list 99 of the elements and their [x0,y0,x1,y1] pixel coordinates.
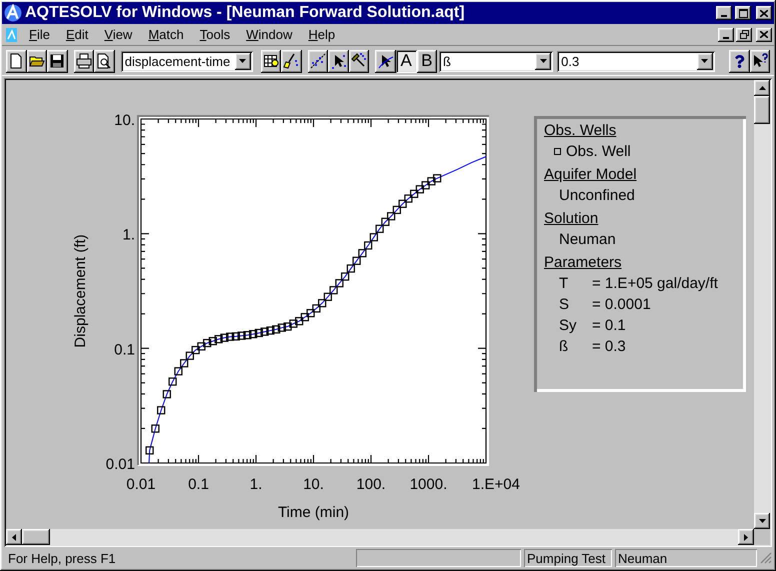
close-icon [760,31,768,38]
document-icon [4,26,20,42]
dropdown-arrow-icon [701,59,708,63]
legend-heading: Solution [544,210,600,227]
new-file-button[interactable] [6,50,27,72]
scroll-down-button[interactable] [754,513,770,529]
menu-item[interactable]: File [22,27,57,42]
menu-item[interactable]: Tools [192,27,238,42]
x-tick-label: 1.E+04 [472,476,520,493]
blank-page-icon [8,53,24,69]
legend-heading: Aquifer Model [544,166,638,183]
status-pane: Pumping Test [524,549,612,567]
parameter-value-select[interactable]: 0.3 [557,50,715,72]
document-restore-button[interactable] [736,28,752,42]
parameter-name: ß [559,338,570,355]
scroll-left-button[interactable] [6,529,22,545]
square-marker-icon [554,148,561,155]
legend-heading: Obs. Wells [544,122,618,139]
open-file-button[interactable] [26,50,48,72]
x-tick-label: 1000. [410,476,448,493]
close-button[interactable] [756,6,772,20]
close-icon [760,10,768,16]
y-tick-label: 1. [122,226,135,244]
print-preview-button[interactable] [94,50,115,72]
restore-icon [740,30,748,39]
scroll-up-button[interactable] [754,80,770,96]
view-select[interactable]: displacement-time [120,50,253,72]
vertical-scrollbar[interactable] [754,80,770,529]
maximize-icon [738,8,748,18]
x-axis-title: Time (min) [278,504,350,521]
legend-value: Unconfined [559,187,635,204]
y-tick-label: 0.1 [114,341,135,358]
print-button[interactable] [74,50,94,72]
table-icon [262,53,279,69]
right-arrow-icon [744,534,748,540]
minimize-icon [721,15,727,17]
save-button[interactable] [47,50,68,72]
dropdown-arrow-icon [239,59,246,63]
scroll-thumb[interactable] [754,96,770,124]
parameter-select[interactable]: ß [439,50,554,72]
y-tick-label: 10. [114,112,135,129]
x-tick-label: 1. [250,476,262,493]
horizontal-scrollbar[interactable] [6,529,754,545]
parameter-value: = 0.0001 [592,296,651,313]
up-arrow-icon [758,86,766,90]
parameter-name: Sy [559,317,578,334]
printer-icon [76,53,92,69]
window-title: AQTESOLV for Windows - [Neuman Forward Solution.aqt] [25,4,466,22]
parameter-name: S [559,296,570,313]
menu-item[interactable]: Match [141,27,191,42]
menu-item[interactable]: View [97,27,140,42]
curve-toggle[interactable]: A [396,50,416,72]
left-arrow-icon [12,534,16,540]
brush-icon [283,53,300,69]
print-preview-icon [96,53,112,69]
status-message: For Help, press F1 [7,550,117,566]
cursor-curve-icon [378,53,394,69]
parameter-value: = 0.3 [592,338,626,355]
dropdown-arrow-icon [540,59,547,63]
curve-cursor-button[interactable] [375,50,396,72]
parameter-name: T [559,275,570,292]
help-button[interactable] [728,50,750,72]
menu-item[interactable]: Help [301,27,342,42]
scroll-right-button[interactable] [738,529,754,545]
pick-points-button[interactable] [328,50,349,72]
curve-toggle[interactable]: B [416,50,438,72]
parameter-value: = 0.1 [592,317,626,334]
maximize-button[interactable] [735,6,751,20]
cursor-points-icon [330,53,347,69]
minimize-button[interactable] [716,6,732,20]
size-grip-icon [760,552,772,564]
menu-item[interactable]: Edit [58,27,96,42]
parameter-value: = 1.E+05 gal/day/ft [592,275,718,292]
help-icon [732,54,746,68]
down-arrow-icon [758,519,766,523]
y-tick-label: 0.01 [106,456,135,473]
status-pane: Neuman [615,549,757,567]
y-axis-title: Displacement (ft) [72,234,89,348]
data-table-button[interactable] [260,50,282,72]
minimize-icon [723,36,729,38]
app-logo-icon [4,4,22,22]
x-tick-label: 0.01 [126,476,156,493]
points-line-icon [310,53,326,69]
hammer-icon [351,53,368,69]
context-help-icon [752,53,768,69]
match-tool-button[interactable] [348,50,370,72]
x-tick-label: 0.1 [188,476,209,493]
menu-item[interactable]: Window [239,27,300,42]
context-help-button[interactable] [750,50,770,72]
well-name: Obs. Well [566,143,631,160]
brush-button[interactable] [281,50,302,72]
x-tick-label: 10. [303,476,324,493]
legend-value: Neuman [559,231,616,248]
match-line-button[interactable] [308,50,328,72]
document-minimize-button[interactable] [718,28,734,42]
scroll-thumb[interactable] [22,529,50,545]
document-close-button[interactable] [756,28,772,42]
x-tick-label: 100. [356,476,386,493]
legend-heading: Parameters [544,254,623,271]
